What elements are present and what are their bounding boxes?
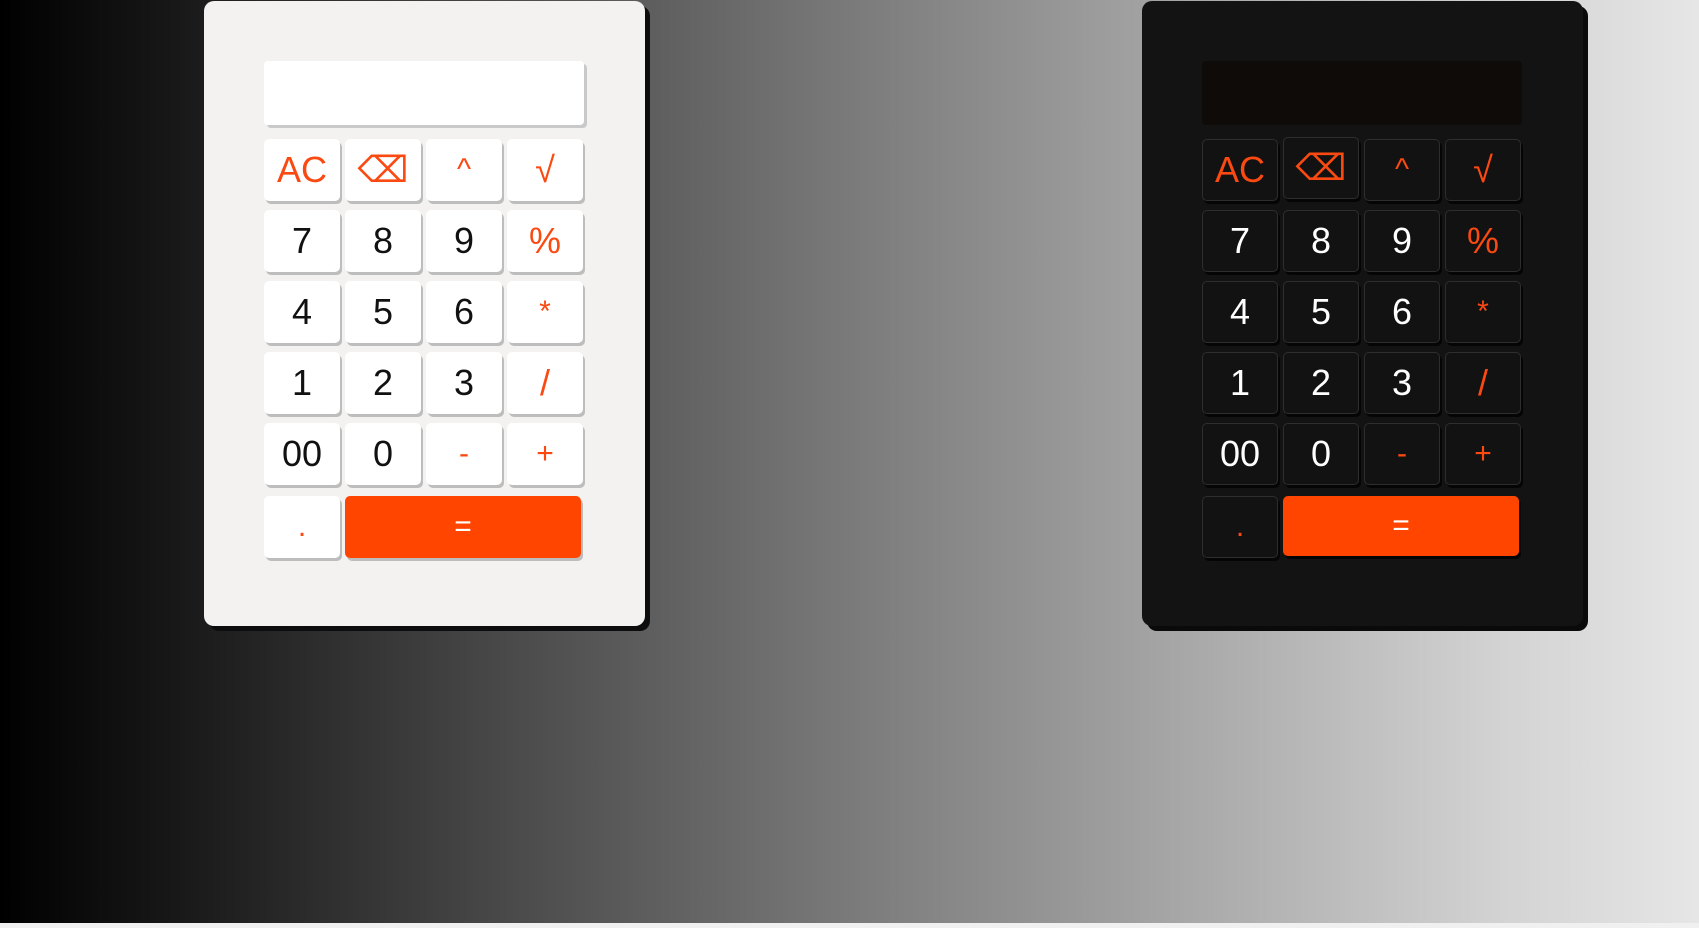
digit-6-button[interactable]: 6: [1364, 281, 1440, 343]
digit-6-button[interactable]: 6: [426, 281, 502, 343]
divide-button[interactable]: /: [507, 352, 583, 414]
gradient-background: AC ⌫ ^ √ 7 8 9 % 4 5 6 * 1 2 3 / 00 0 - …: [0, 0, 1699, 923]
digit-5-button[interactable]: 5: [345, 281, 421, 343]
digit-5-button[interactable]: 5: [1283, 281, 1359, 343]
clear-button[interactable]: AC: [264, 139, 340, 201]
multiply-button[interactable]: *: [1445, 281, 1521, 343]
double-zero-button[interactable]: 00: [264, 423, 340, 485]
digit-9-button[interactable]: 9: [1364, 210, 1440, 272]
percent-button[interactable]: %: [1445, 210, 1521, 272]
minus-button[interactable]: -: [1364, 423, 1440, 485]
decimal-button[interactable]: .: [264, 496, 340, 558]
digit-0-button[interactable]: 0: [345, 423, 421, 485]
digit-4-button[interactable]: 4: [1202, 281, 1278, 343]
backspace-button[interactable]: ⌫: [345, 139, 421, 201]
minus-button[interactable]: -: [426, 423, 502, 485]
digit-7-button[interactable]: 7: [264, 210, 340, 272]
page-bottom-edge: [0, 923, 1699, 928]
equals-button[interactable]: =: [345, 496, 581, 558]
plus-button[interactable]: +: [507, 423, 583, 485]
light-calculator: AC ⌫ ^ √ 7 8 9 % 4 5 6 * 1 2 3 / 00 0 - …: [204, 1, 645, 626]
digit-7-button[interactable]: 7: [1202, 210, 1278, 272]
equals-button[interactable]: =: [1283, 496, 1519, 556]
digit-2-button[interactable]: 2: [345, 352, 421, 414]
multiply-button[interactable]: *: [507, 281, 583, 343]
plus-button[interactable]: +: [1445, 423, 1521, 485]
digit-1-button[interactable]: 1: [264, 352, 340, 414]
backspace-button[interactable]: ⌫: [1283, 137, 1359, 199]
digit-0-button[interactable]: 0: [1283, 423, 1359, 485]
power-button[interactable]: ^: [1364, 139, 1440, 201]
power-button[interactable]: ^: [426, 139, 502, 201]
digit-8-button[interactable]: 8: [1283, 210, 1359, 272]
divide-button[interactable]: /: [1445, 352, 1521, 414]
digit-2-button[interactable]: 2: [1283, 352, 1359, 414]
dark-calculator: AC ⌫ ^ √ 7 8 9 % 4 5 6 * 1 2 3 / 00 0 - …: [1142, 1, 1583, 626]
calculator-display[interactable]: [1202, 61, 1522, 125]
clear-button[interactable]: AC: [1202, 139, 1278, 201]
digit-8-button[interactable]: 8: [345, 210, 421, 272]
digit-9-button[interactable]: 9: [426, 210, 502, 272]
digit-4-button[interactable]: 4: [264, 281, 340, 343]
decimal-button[interactable]: .: [1202, 496, 1278, 558]
calculator-display[interactable]: [264, 61, 584, 125]
digit-3-button[interactable]: 3: [1364, 352, 1440, 414]
digit-1-button[interactable]: 1: [1202, 352, 1278, 414]
percent-button[interactable]: %: [507, 210, 583, 272]
double-zero-button[interactable]: 00: [1202, 423, 1278, 485]
square-root-button[interactable]: √: [507, 139, 583, 201]
square-root-button[interactable]: √: [1445, 139, 1521, 201]
digit-3-button[interactable]: 3: [426, 352, 502, 414]
